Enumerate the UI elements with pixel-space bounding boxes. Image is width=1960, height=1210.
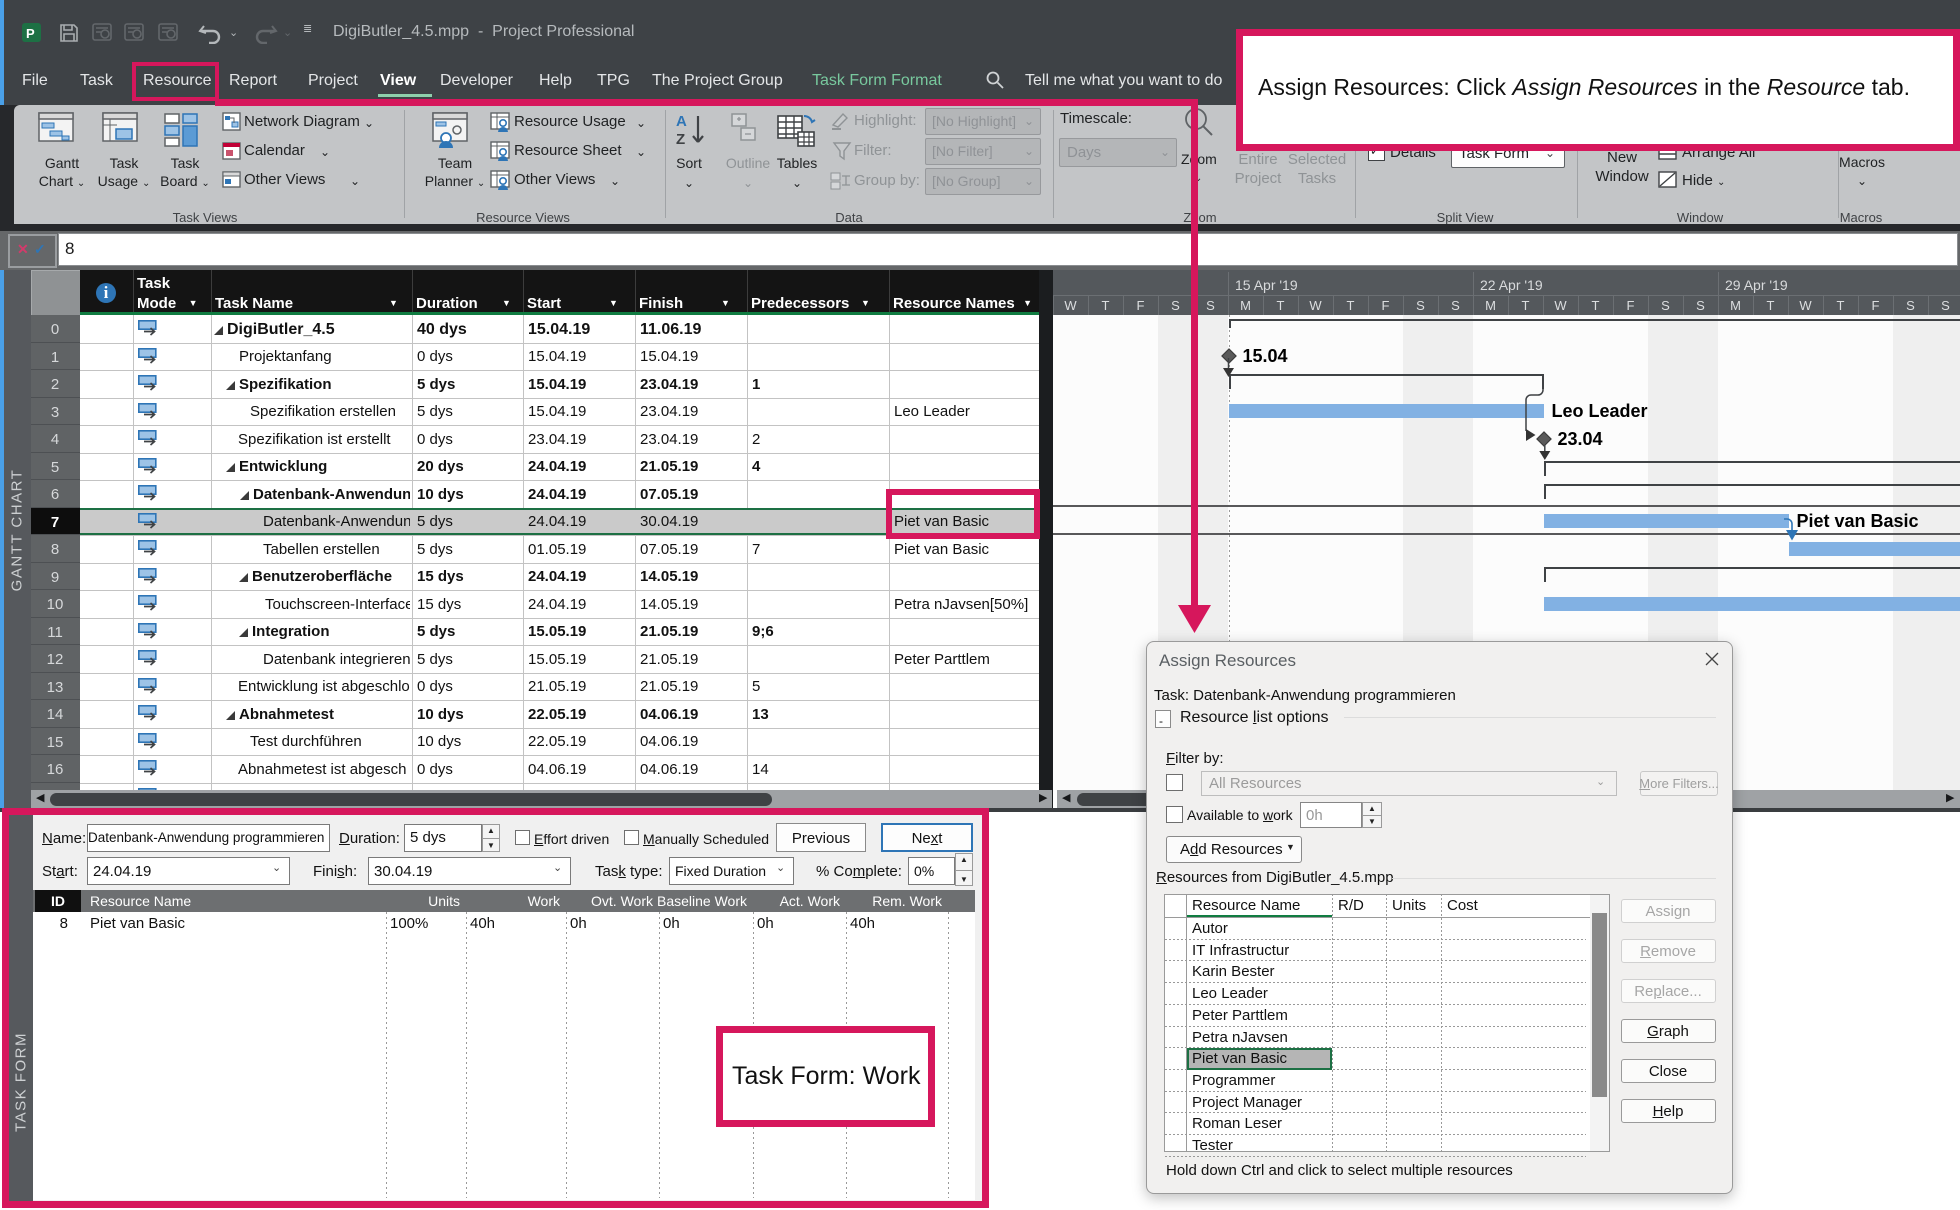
svg-text:A: A — [676, 113, 687, 130]
svg-text:Z: Z — [676, 131, 685, 148]
